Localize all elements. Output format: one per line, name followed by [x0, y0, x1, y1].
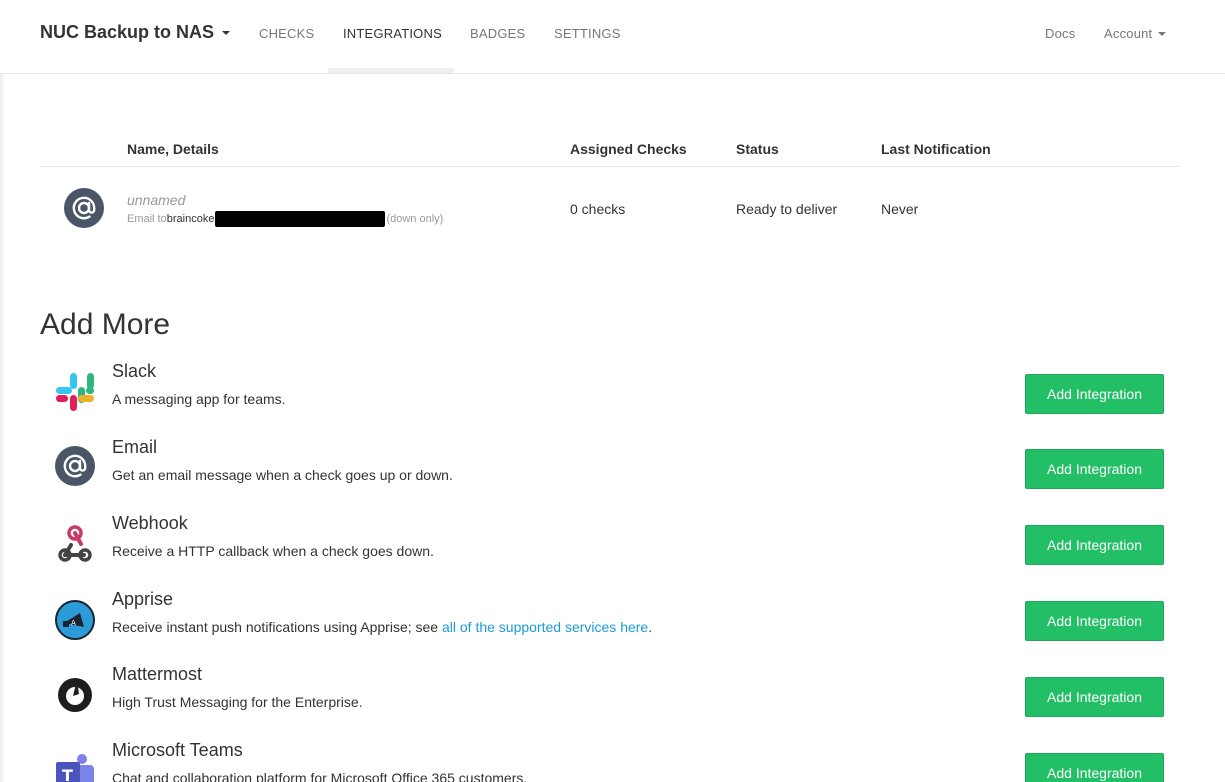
channel-name: unnamed [127, 192, 186, 208]
add-apprise-button[interactable]: Add Integration [1025, 601, 1164, 641]
nav-docs[interactable]: Docs [1045, 26, 1075, 41]
integration-name: Webhook [112, 513, 188, 533]
integration-desc: A messaging app for teams. [112, 391, 286, 407]
table-divider [40, 166, 1180, 167]
integration-teams: T Microsoft Teams Chat and collaboration… [40, 740, 1180, 782]
email-icon [55, 446, 95, 486]
integration-mattermost: Mattermost High Trust Messaging for the … [40, 664, 1180, 740]
desc-end: . [648, 619, 653, 635]
nav-integrations[interactable]: INTEGRATIONS [343, 26, 442, 41]
integration-name: Microsoft Teams [112, 740, 243, 760]
integration-desc: High Trust Messaging for the Enterprise. [112, 694, 363, 710]
integration-name: Email [112, 437, 158, 457]
page-edge-shade [0, 0, 6, 782]
nav-account[interactable]: Account [1104, 26, 1167, 41]
nav-settings[interactable]: SETTINGS [554, 26, 621, 41]
status-text: Ready to deliver [736, 201, 838, 217]
project-switcher[interactable]: NUC Backup to NAS [40, 22, 231, 43]
integration-desc: Receive instant push notifications using… [112, 619, 652, 635]
webhook-icon [54, 523, 96, 565]
chevron-down-icon [1158, 32, 1167, 36]
last-notification: Never [881, 201, 919, 217]
account-label: Account [1104, 26, 1153, 41]
email-icon [64, 188, 104, 228]
add-webhook-button[interactable]: Add Integration [1025, 525, 1164, 565]
channel-name-cell[interactable]: unnamed Email to braincoke (down only) [127, 192, 443, 227]
apprise-icon: A [54, 599, 96, 641]
add-email-button[interactable]: Add Integration [1025, 449, 1164, 489]
integration-name: Apprise [112, 589, 174, 609]
integration-desc: Get an email message when a check goes u… [112, 467, 453, 483]
nav-badges[interactable]: BADGES [470, 26, 525, 41]
supported-services-link[interactable]: all of the supported services here [442, 619, 648, 635]
channel-details: Email to braincoke (down only) [127, 211, 443, 227]
nav-checks[interactable]: CHECKS [259, 26, 314, 41]
integration-apprise: A Apprise Receive instant push notificat… [40, 589, 1180, 665]
desc-text: Receive instant push notifications using… [112, 619, 442, 635]
col-header-status: Status [736, 141, 779, 157]
add-slack-button[interactable]: Add Integration [1025, 374, 1164, 414]
details-prefix: Email to [127, 213, 167, 225]
integration-email: Email Get an email message when a check … [40, 437, 1180, 513]
project-name: NUC Backup to NAS [40, 22, 215, 42]
integration-name: Slack [112, 361, 157, 381]
integration-desc: Chat and collaboration platform for Micr… [112, 770, 528, 782]
details-suffix: (down only) [386, 213, 444, 225]
add-teams-button[interactable]: Add Integration [1025, 753, 1164, 782]
navbar: NUC Backup to NAS CHECKS INTEGRATIONS BA… [0, 0, 1225, 74]
integration-slack: Slack A messaging app for teams. Add Int… [40, 361, 1180, 437]
email-address: braincoke [166, 213, 215, 225]
slack-icon [54, 371, 96, 413]
integration-name: Mattermost [112, 664, 203, 684]
col-header-assigned: Assigned Checks [570, 141, 687, 157]
assigned-checks[interactable]: 0 checks [570, 201, 625, 217]
col-header-last: Last Notification [881, 141, 991, 157]
svg-text:T: T [62, 766, 73, 782]
mattermost-icon [54, 674, 96, 716]
redaction-box [215, 211, 386, 227]
svg-text:A: A [71, 619, 76, 627]
active-tab-indicator [328, 68, 454, 73]
integration-webhook: Webhook Receive a HTTP callback when a c… [40, 513, 1180, 589]
col-header-name: Name, Details [127, 141, 219, 157]
teams-icon: T [54, 750, 96, 782]
integration-desc: Receive a HTTP callback when a check goe… [112, 543, 434, 559]
add-mattermost-button[interactable]: Add Integration [1025, 677, 1164, 717]
add-more-heading: Add More [40, 308, 171, 341]
chevron-down-icon [222, 30, 231, 35]
